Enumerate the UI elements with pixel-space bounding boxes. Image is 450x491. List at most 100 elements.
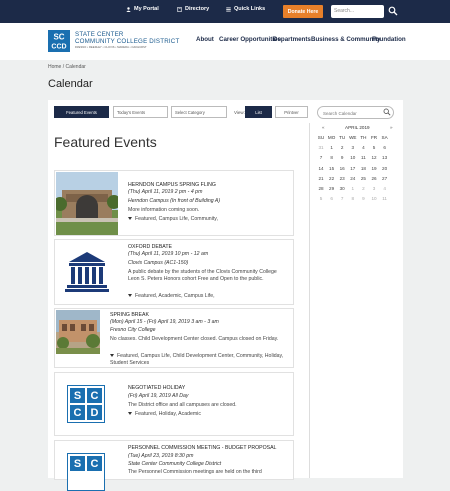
featured-events-button[interactable]: Featured Events [54, 106, 109, 118]
calendar-day[interactable]: 9 [337, 155, 347, 160]
event-description: No classes. Child Development Center clo… [110, 336, 279, 342]
event-tags: Featured, Campus Life, Community, [128, 216, 288, 223]
calendar-day[interactable]: 19 [369, 166, 379, 171]
calendar-day[interactable]: 10 [369, 196, 379, 201]
todays-events-button[interactable]: Today's Events [113, 106, 168, 118]
page-title: Calendar [48, 78, 93, 90]
calendar-day[interactable]: 22 [327, 176, 337, 181]
calendar-day[interactable]: 9 [358, 196, 368, 201]
calendar-day[interactable]: 24 [348, 176, 358, 181]
calendar-day[interactable]: 8 [327, 155, 337, 160]
calendar-day[interactable]: 7 [316, 155, 326, 160]
calendar-day[interactable]: 1 [327, 145, 337, 150]
my-portal-label: My Portal [134, 6, 159, 12]
calendar-day[interactable]: 6 [327, 196, 337, 201]
calendar-day[interactable]: 30 [337, 186, 347, 191]
calendar-day[interactable]: 6 [380, 145, 390, 150]
calendar-day[interactable]: 29 [327, 186, 337, 191]
filter-icon [110, 354, 114, 358]
calendar-day[interactable]: 1 [348, 186, 358, 191]
calendar-day[interactable]: 27 [380, 176, 390, 181]
calendar-day[interactable]: 28 [316, 186, 326, 191]
search-icon[interactable] [388, 6, 398, 16]
event-title[interactable]: HERNDON CAMPUS SPRING FLING [128, 182, 216, 188]
svg-text:C: C [91, 390, 99, 402]
calendar-month-label: APRIL 2019 [345, 125, 370, 130]
book-icon [177, 6, 182, 12]
site-search-input[interactable]: Search... [331, 5, 384, 18]
search-icon[interactable] [383, 108, 391, 116]
calendar-day[interactable]: 2 [358, 186, 368, 191]
svg-text:S: S [74, 390, 81, 402]
calendar-day[interactable]: 25 [358, 176, 368, 181]
event-tags-text: Featured, Campus Life, Community, [135, 216, 218, 222]
event-description: The Personnel Commission meetings are he… [128, 469, 262, 475]
print-view-button[interactable]: Printver [275, 106, 308, 118]
event-title[interactable]: PERSONNEL COMMISSION MEETING - BUDGET PR… [128, 445, 276, 451]
event-date: (Tue) April 23, 2019 8:30 pm [128, 453, 194, 459]
nav-about[interactable]: About [196, 36, 214, 43]
calendar-day[interactable]: 23 [337, 176, 347, 181]
donate-button[interactable]: Donate Here [283, 5, 323, 18]
event-location: Fresno City College [110, 327, 156, 333]
weekday-header: FR [370, 135, 378, 140]
nav-departments[interactable]: Departments [273, 36, 311, 43]
calendar-day[interactable]: 14 [316, 166, 326, 171]
directory-link[interactable]: Directory [177, 6, 209, 12]
menu-icon [226, 7, 231, 11]
weekday-header: SU [317, 135, 325, 140]
logo-line-1: STATE CENTER [75, 31, 124, 38]
calendar-day[interactable]: 16 [337, 166, 347, 171]
calendar-day[interactable]: 13 [380, 155, 390, 160]
calendar-day[interactable]: 5 [316, 196, 326, 201]
calendar-day[interactable]: 5 [369, 145, 379, 150]
event-title[interactable]: NEGOTIATED HOLIDAY [128, 385, 185, 391]
calendar-day[interactable]: 31 [316, 145, 326, 150]
logo-line-3: FRESNO • REEDLEY • CLOVIS • MADERA • OAK… [75, 46, 147, 49]
filter-icon [128, 412, 132, 416]
calendar-day[interactable]: 3 [369, 186, 379, 191]
view-label: View: [234, 110, 245, 115]
list-view-button[interactable]: List [245, 106, 272, 118]
event-tags-text: Featured, Campus Life, Child Development… [110, 353, 284, 366]
calendar-day[interactable]: 20 [380, 166, 390, 171]
logo-line-2: COMMUNITY COLLEGE DISTRICT [75, 38, 180, 45]
event-title[interactable]: SPRING BREAK [110, 312, 149, 318]
nav-foundation[interactable]: Foundation [372, 36, 406, 43]
calendar-day[interactable]: 3 [348, 145, 358, 150]
calendar-day[interactable]: 4 [380, 186, 390, 191]
nav-business-community[interactable]: Business & Community [311, 36, 380, 43]
event-date: (Thu) April 11, 2019 2 pm - 4 pm [128, 189, 203, 195]
calendar-day[interactable]: 11 [358, 155, 368, 160]
nav-career-opportunities[interactable]: Career Opportunities [219, 36, 281, 43]
calendar-day[interactable]: 12 [369, 155, 379, 160]
calendar-day[interactable]: 21 [316, 176, 326, 181]
calendar-day[interactable]: 4 [358, 145, 368, 150]
calendar-day[interactable]: 15 [327, 166, 337, 171]
event-tags: Featured, Academic, Campus Life, [128, 293, 288, 300]
spring-break-photo [56, 310, 100, 354]
event-tags: Featured, Holiday, Academic [128, 411, 288, 418]
my-portal-link[interactable]: My Portal [126, 6, 159, 12]
svg-text:D: D [91, 407, 99, 419]
category-select[interactable]: Select Category [171, 106, 227, 118]
quick-links-link[interactable]: Quick Links [226, 6, 265, 12]
featured-events-heading: Featured Events [54, 134, 157, 150]
event-title[interactable]: OXFORD DEBATE [128, 244, 172, 250]
calendar-day[interactable]: 10 [348, 155, 358, 160]
calendar-day[interactable]: 2 [337, 145, 347, 150]
filter-icon [128, 217, 132, 221]
calendar-day[interactable]: 26 [369, 176, 379, 181]
calendar-day[interactable]: 18 [358, 166, 368, 171]
svg-text:CCD: CCD [51, 44, 66, 51]
weekday-header: TU [339, 135, 346, 140]
calendar-day[interactable]: 11 [380, 196, 390, 201]
event-date: (Mon) April 15 - (Fri) April 19, 2019 3 … [110, 319, 219, 325]
next-month-button[interactable]: » [390, 125, 393, 130]
calendar-day[interactable]: 17 [348, 166, 358, 171]
sccc-logo-icon[interactable]: SC CCD [48, 30, 70, 52]
breadcrumb[interactable]: Home / Calendar [48, 64, 86, 70]
prev-month-button[interactable]: « [322, 125, 325, 130]
calendar-day[interactable]: 8 [348, 196, 358, 201]
calendar-day[interactable]: 7 [337, 196, 347, 201]
